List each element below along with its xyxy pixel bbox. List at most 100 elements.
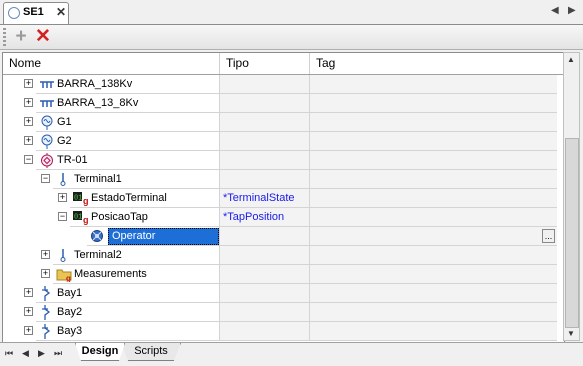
- tree-row[interactable]: + G1: [3, 113, 564, 132]
- expand-icon[interactable]: +: [24, 117, 33, 126]
- tag-cell[interactable]: [310, 246, 557, 265]
- expand-icon[interactable]: +: [41, 250, 50, 259]
- collapse-icon[interactable]: −: [41, 174, 50, 183]
- close-tab-icon[interactable]: ✕: [56, 5, 66, 19]
- tag-cell[interactable]: [310, 265, 557, 284]
- type-cell[interactable]: [220, 284, 310, 303]
- generator-icon: [39, 115, 55, 130]
- tree-row[interactable]: Operator...: [3, 227, 564, 246]
- tag-cell[interactable]: [310, 303, 557, 322]
- node-label: Terminal1: [74, 173, 122, 185]
- svg-text:g: g: [66, 274, 71, 282]
- tree-row[interactable]: − TR-01: [3, 151, 564, 170]
- expand-icon[interactable]: +: [24, 98, 33, 107]
- type-cell[interactable]: [220, 303, 310, 322]
- node-label: Bay1: [57, 287, 83, 299]
- next-tab-icon[interactable]: ▶: [38, 348, 45, 359]
- column-header: Nome Tipo Tag: [3, 53, 564, 75]
- last-tab-icon[interactable]: ⏭: [54, 348, 62, 359]
- type-cell[interactable]: [220, 75, 310, 94]
- expand-icon[interactable]: +: [41, 269, 50, 278]
- bay-icon: [39, 305, 55, 320]
- column-header-tag[interactable]: Tag: [310, 53, 557, 74]
- ellipsis-button[interactable]: ...: [542, 229, 555, 243]
- folder-icon: g: [56, 267, 72, 283]
- expand-icon[interactable]: +: [24, 79, 33, 88]
- type-cell[interactable]: [220, 246, 310, 265]
- svg-text:01: 01: [74, 195, 82, 203]
- tab-design[interactable]: Design: [75, 343, 125, 361]
- expand-icon[interactable]: +: [24, 307, 33, 316]
- tag-cell[interactable]: [310, 132, 557, 151]
- node-label: PosicaoTap: [91, 211, 148, 223]
- tree-row[interactable]: + Bay2: [3, 303, 564, 322]
- data-object-icon: 01 g: [73, 210, 89, 225]
- tree-row[interactable]: + Bay1: [3, 284, 564, 303]
- tree-row[interactable]: + G2: [3, 132, 564, 151]
- type-cell[interactable]: [220, 265, 310, 284]
- bottom-tab-bar: ⏮ ◀ ▶ ⏭ Scripts Design: [0, 342, 583, 366]
- tag-cell[interactable]: [310, 113, 557, 132]
- toolbar: + ✕: [0, 25, 583, 50]
- node-label: Measurements: [74, 268, 147, 280]
- type-cell[interactable]: [220, 322, 310, 341]
- tag-cell[interactable]: [310, 284, 557, 303]
- type-cell[interactable]: [220, 132, 310, 151]
- tag-cell[interactable]: [310, 208, 557, 227]
- node-label: BARRA_138Kv: [57, 78, 133, 90]
- tree-rows: + BARRA_138Kv + BARRA_13_8Kv + G1 + G2− TR-01− Te…: [3, 75, 564, 342]
- tree-row[interactable]: −01 g PosicaoTap *TapPosition: [3, 208, 564, 227]
- node-label: EstadoTerminal: [91, 192, 167, 204]
- tag-cell[interactable]: [310, 94, 557, 113]
- tree-row[interactable]: + BARRA_13_8Kv: [3, 94, 564, 113]
- first-tab-icon[interactable]: ⏮: [5, 348, 13, 359]
- type-cell[interactable]: *TerminalState: [220, 189, 310, 208]
- expand-icon[interactable]: +: [24, 136, 33, 145]
- tree-row[interactable]: + g Measurements: [3, 265, 564, 284]
- column-header-tipo[interactable]: Tipo: [220, 53, 310, 74]
- toolbar-grip[interactable]: [3, 28, 6, 46]
- tree-row[interactable]: − Terminal1: [3, 170, 564, 189]
- delete-button[interactable]: ✕: [34, 27, 52, 47]
- type-cell[interactable]: *TapPosition: [220, 208, 310, 227]
- scrollbar-thumb[interactable]: [565, 138, 579, 328]
- tag-cell[interactable]: [310, 322, 557, 341]
- type-cell[interactable]: [220, 113, 310, 132]
- tab-se1[interactable]: SE1 ✕: [3, 2, 69, 24]
- type-cell[interactable]: [220, 151, 310, 170]
- tag-cell[interactable]: [310, 170, 557, 189]
- collapse-icon[interactable]: −: [58, 212, 67, 221]
- tree-row[interactable]: + BARRA_138Kv: [3, 75, 564, 94]
- tag-cell[interactable]: [310, 189, 557, 208]
- scroll-up-icon[interactable]: ▲: [567, 55, 575, 64]
- svg-text:g: g: [83, 196, 89, 206]
- tab-scroll-right-icon[interactable]: ▶: [568, 5, 576, 16]
- collapse-icon[interactable]: −: [24, 155, 33, 164]
- prev-tab-icon[interactable]: ◀: [22, 348, 29, 359]
- type-cell[interactable]: [220, 170, 310, 189]
- data-object-icon: 01 g: [73, 191, 89, 206]
- vertical-scrollbar[interactable]: ▲ ▼: [563, 52, 580, 341]
- type-cell[interactable]: [220, 227, 310, 246]
- tree-row[interactable]: + Terminal2: [3, 246, 564, 265]
- tree-row[interactable]: + Bay3: [3, 322, 564, 341]
- generator-icon: [39, 134, 55, 149]
- type-cell[interactable]: [220, 94, 310, 113]
- bay-icon: [39, 286, 55, 301]
- tab-scroll-left-icon[interactable]: ◀: [551, 5, 559, 16]
- tab-scripts[interactable]: Scripts: [121, 343, 181, 361]
- node-label: G1: [57, 116, 72, 128]
- scroll-down-icon[interactable]: ▼: [567, 329, 575, 338]
- tag-cell[interactable]: [310, 151, 557, 170]
- add-button[interactable]: +: [12, 27, 30, 47]
- tag-cell[interactable]: ...: [310, 227, 557, 246]
- expand-icon[interactable]: +: [24, 326, 33, 335]
- node-label-selected: Operator: [108, 228, 219, 245]
- tag-cell[interactable]: [310, 75, 557, 94]
- expand-icon[interactable]: +: [24, 288, 33, 297]
- column-header-nome[interactable]: Nome: [3, 53, 220, 74]
- tree-row[interactable]: +01 g EstadoTerminal *TerminalState: [3, 189, 564, 208]
- expand-icon[interactable]: +: [58, 193, 67, 202]
- node-label: TR-01: [57, 154, 88, 166]
- document-tab-strip: SE1 ✕ ◀ ▶: [0, 0, 583, 25]
